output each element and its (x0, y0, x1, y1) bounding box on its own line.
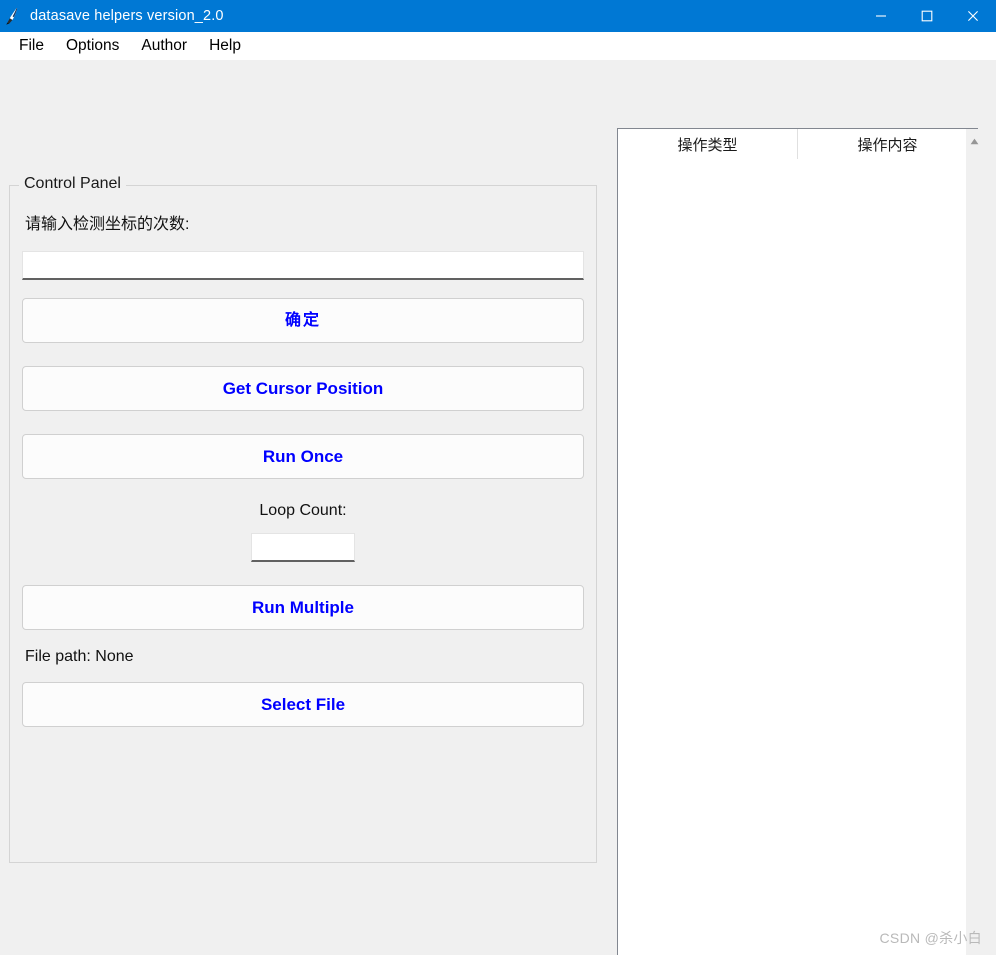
select-file-button[interactable]: Select File (22, 682, 584, 727)
title-bar: datasave helpers version_2.0 (0, 0, 996, 32)
minimize-icon[interactable] (858, 0, 904, 32)
python-feather-icon (0, 0, 26, 32)
operation-log-table: 操作类型 操作内容 (617, 128, 978, 955)
loop-count-label: Loop Count: (259, 502, 347, 519)
close-icon[interactable] (950, 0, 996, 32)
window-controls (858, 0, 996, 32)
coordinate-count-input[interactable] (22, 251, 584, 280)
coordinate-count-label: 请输入检测坐标的次数: (25, 216, 190, 233)
table-header-row: 操作类型 操作内容 (618, 129, 977, 159)
window-title: datasave helpers version_2.0 (30, 8, 224, 24)
work-area: Control Panel 请输入检测坐标的次数: 确定 Get Cursor … (0, 61, 996, 955)
menu-item-file[interactable]: File (8, 35, 55, 57)
table-body[interactable] (618, 159, 977, 955)
column-header-operation-type[interactable]: 操作类型 (618, 129, 797, 159)
run-multiple-button[interactable]: Run Multiple (22, 585, 584, 630)
table-vertical-scrollbar[interactable] (966, 129, 983, 955)
file-path-label: File path: None (25, 648, 134, 665)
run-once-button[interactable]: Run Once (22, 434, 584, 479)
loop-count-input[interactable] (251, 533, 355, 562)
menu-item-author[interactable]: Author (130, 35, 198, 57)
scroll-up-arrow-icon[interactable] (966, 133, 983, 150)
confirm-button[interactable]: 确定 (22, 298, 584, 343)
menu-bar: File Options Author Help (0, 32, 996, 61)
menu-item-options[interactable]: Options (55, 35, 130, 57)
column-header-operation-content[interactable]: 操作内容 (797, 129, 977, 159)
menu-item-help[interactable]: Help (198, 35, 252, 57)
get-cursor-position-button[interactable]: Get Cursor Position (22, 366, 584, 411)
csdn-watermark: CSDN @杀小白 (879, 930, 982, 946)
control-panel-legend: Control Panel (19, 175, 126, 193)
maximize-icon[interactable] (904, 0, 950, 32)
control-panel-group: Control Panel 请输入检测坐标的次数: 确定 Get Cursor … (9, 175, 597, 863)
